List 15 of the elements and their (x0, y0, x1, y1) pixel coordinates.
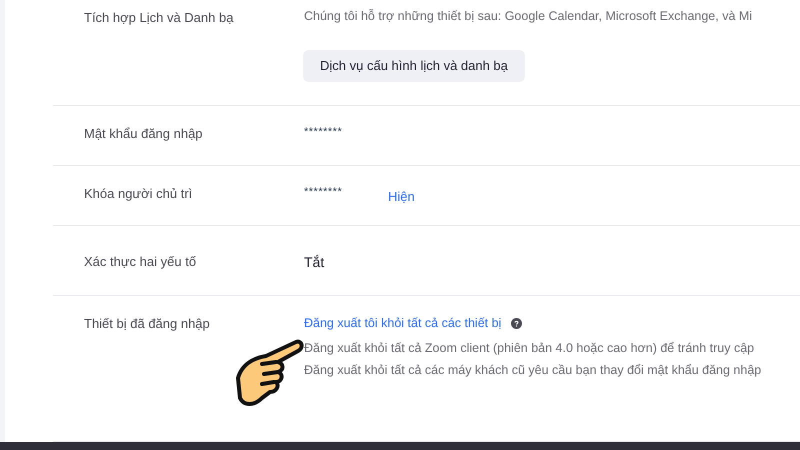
help-icon[interactable] (511, 318, 522, 329)
setting-label: Mật khẩu đăng nhập (84, 125, 204, 143)
setting-label: Khóa người chủ trì (84, 185, 194, 203)
masked-value: ******** (304, 125, 344, 140)
setting-value: Tắt (304, 253, 324, 272)
note-text: Đăng xuất khỏi tất cả các máy khách cũ yêu cầu bạn thay đổi mật khẩu đăng nhập (304, 362, 762, 379)
sign-out-all-link[interactable]: Đăng xuất tôi khỏi tất cả các thiết bị (304, 314, 502, 333)
masked-value: ******** (304, 185, 344, 200)
show-link[interactable]: Hiện (388, 187, 415, 206)
setting-label: Xác thực hai yếu tố (84, 253, 198, 271)
configure-calendar-button[interactable]: Dịch vụ cấu hình lịch và danh bạ (303, 50, 525, 82)
note-text: Đăng xuất khỏi tất cả Zoom client (phiên bản 4.0 hoặc cao hơn) để tránh truy cập (304, 340, 756, 357)
setting-label: Thiết bị đã đăng nhập (84, 315, 211, 333)
setting-label: Tích hợp Lịch và Danh bạ (84, 9, 234, 27)
description-text: Chúng tôi hỗ trợ những thiết bị sau: Google Calendar, Microsoft Exchange, và Mi (304, 8, 752, 25)
